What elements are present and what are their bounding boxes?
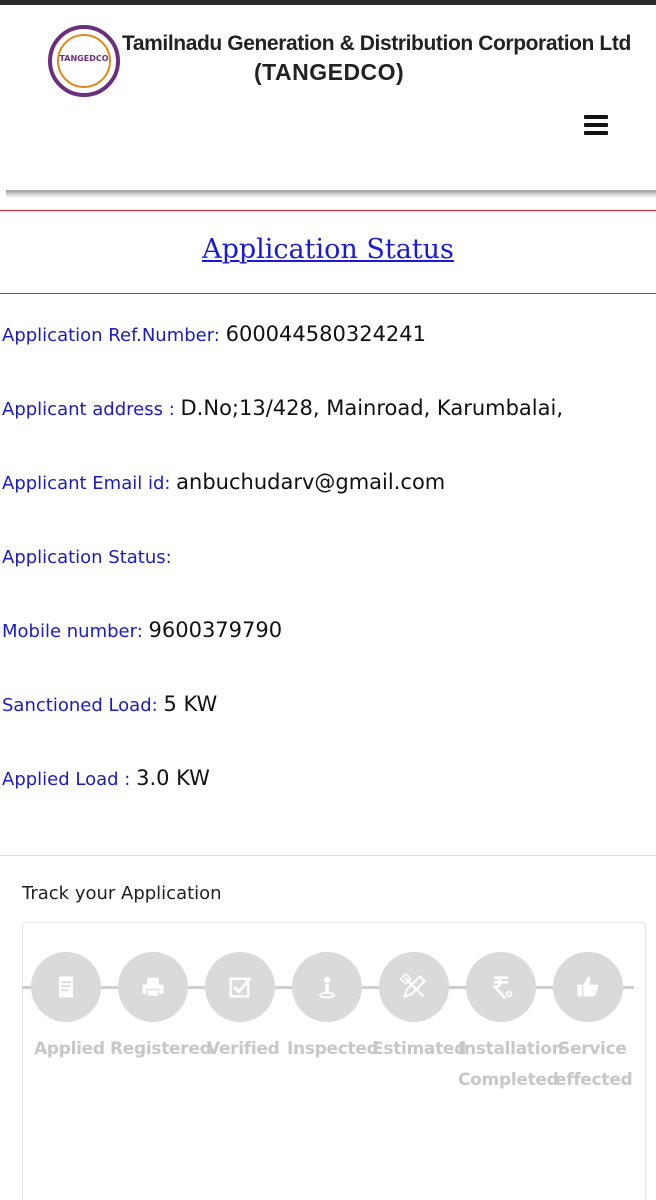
header-shadow: [6, 190, 656, 198]
address-row: Applicant address : D.No;13/428, Mainroa…: [2, 396, 563, 420]
address-label: Applicant address :: [2, 399, 181, 420]
step-label-service: Service: [558, 1039, 627, 1059]
mobile-label: Mobile number:: [2, 621, 149, 642]
applied-load-label: Applied Load :: [2, 769, 137, 790]
step-applied[interactable]: [31, 952, 101, 1022]
step-service-effected[interactable]: [553, 952, 623, 1022]
step-label-registered: Registered: [110, 1039, 212, 1059]
organization-abbreviation: (TANGEDCO): [254, 59, 405, 85]
mobile-row: Mobile number: 9600379790: [2, 618, 282, 642]
organization-name: Tamilnadu Generation & Distribution Corp…: [122, 32, 631, 55]
mobile-value: 9600379790: [148, 618, 283, 642]
step-label-estimated: Estimated: [372, 1039, 466, 1059]
ref-number-label: Application Ref.Number:: [2, 325, 226, 346]
sanctioned-load-label: Sanctioned Load:: [2, 695, 164, 716]
printer-icon: [142, 977, 164, 997]
site-header: TANGEDCO Tamilnadu Generation & Distribu…: [0, 5, 656, 193]
step-registered[interactable]: [118, 952, 188, 1022]
hamburger-menu-icon[interactable]: [584, 115, 608, 135]
step-label-verified: Verified: [207, 1039, 280, 1059]
applied-load-value: 3.0 KW: [136, 766, 210, 790]
step-label-inspected: Inspected: [287, 1039, 379, 1059]
step-label-completed: Completed: [458, 1070, 559, 1090]
sanctioned-load-value: 5 KW: [163, 692, 218, 716]
step-installation-completed[interactable]: [466, 952, 536, 1022]
page-title[interactable]: Application Status: [0, 234, 656, 265]
step-label-effected: effected: [555, 1070, 633, 1090]
status-label: Application Status:: [2, 547, 172, 568]
logo-text: TANGEDCO: [59, 54, 109, 63]
step-label-applied: Applied: [34, 1039, 105, 1059]
status-row: Application Status:: [2, 544, 172, 568]
email-row: Applicant Email id: anbuchudarv@gmail.co…: [2, 470, 445, 494]
step-estimated[interactable]: [379, 952, 449, 1022]
track-application-title: Track your Application: [22, 883, 222, 904]
title-top-separator: [0, 210, 656, 211]
checkbox-icon: [229, 976, 252, 998]
email-value: anbuchudarv@gmail.com: [176, 470, 446, 494]
address-value: D.No;13/428, Mainroad, Karumbalai,: [180, 396, 564, 420]
step-verified[interactable]: [205, 952, 275, 1022]
sanctioned-load-row: Sanctioned Load: 5 KW: [2, 692, 217, 716]
title-bottom-separator: [0, 293, 656, 294]
rupee-icon: [492, 976, 513, 999]
ref-number-row: Application Ref.Number: 600044580324241: [2, 322, 426, 346]
section-divider: [0, 855, 656, 856]
thumbs-up-icon: [577, 976, 599, 997]
person-pin-icon: [319, 976, 335, 999]
applied-load-row: Applied Load : 3.0 KW: [2, 766, 210, 790]
step-label-installation: Installation: [458, 1039, 564, 1059]
tangedco-logo[interactable]: TANGEDCO: [48, 25, 120, 97]
document-icon: [59, 976, 73, 998]
pencil-ruler-icon: [400, 973, 426, 998]
step-inspected[interactable]: [292, 952, 362, 1022]
ref-number-value: 600044580324241: [225, 322, 427, 346]
email-label: Applicant Email id:: [2, 473, 177, 494]
